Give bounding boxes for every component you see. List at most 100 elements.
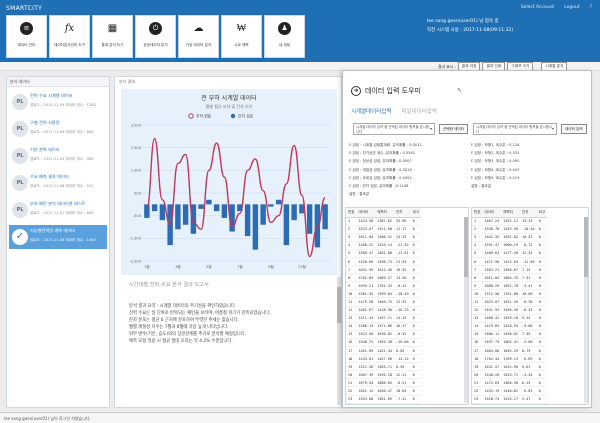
table-row[interactable]: 23 1553.68 1561.09 -7.41 0 <box>346 395 422 404</box>
table-row[interactable]: 3 1642.35 1631.82 10.53 0 <box>472 233 548 242</box>
table-row[interactable]: 20 1548.26 1553.71 -5.45 0 <box>472 370 548 380</box>
dataset-item[interactable]: PL 전력 수요 시계열 데이터 업로드 : 2017-11-04 데이터 개수… <box>9 90 107 114</box>
table-row[interactable]: 7 1631.95 1612.40 19.55 0 <box>346 265 422 275</box>
table-row[interactable]: 10 1712.56 1701.88 10.68 0 <box>472 289 548 299</box>
column-header[interactable]: 번호 <box>472 208 483 218</box>
residual-bar <box>260 204 266 225</box>
menu-weather-data[interactable]: ☁ 기상 데이터 분석 <box>178 15 219 58</box>
table-cell: 0 <box>536 338 548 348</box>
menu-public-data[interactable]: ⏻ 공공데이터 분석 <box>135 15 176 58</box>
table-row[interactable]: 10 1581.35 1599.84 -18.49 0 <box>346 289 422 299</box>
selected-data-button[interactable]: 선택한 데이터 <box>439 124 468 134</box>
table-row[interactable]: 19 1631.57 1624.90 6.67 0 <box>472 362 548 372</box>
menu-my-account[interactable]: ♟ 내 계정 <box>264 15 305 58</box>
table-row[interactable]: 14 1419.85 1428.93 -9.08 0 <box>472 322 548 331</box>
tab-file-input[interactable]: 파일데이터입력 <box>401 107 436 115</box>
table-row[interactable]: 6 1412.98 1425.64 -12.66 0 <box>472 257 548 267</box>
table-row[interactable]: 6 1520.66 1498.73 21.93 0 <box>346 257 422 267</box>
residual-bar <box>198 204 204 209</box>
table-row[interactable]: 14 1588.13 1571.86 16.27 0 <box>346 322 422 331</box>
data-input-button[interactable]: 데이터 입력 <box>561 124 587 134</box>
scrollbar-thumb[interactable] <box>464 217 468 277</box>
table-row[interactable]: 16 1597.73 1603.41 -5.68 0 <box>472 338 548 348</box>
table-row[interactable]: 17 1461.09 1452.44 8.65 0 <box>346 346 422 356</box>
logout-link[interactable]: Logout <box>564 5 579 10</box>
table-cell: 0 <box>536 257 548 267</box>
column-header[interactable]: 비고 <box>536 208 548 218</box>
residual-bar <box>322 204 328 230</box>
cursor-icon: ↖ <box>457 87 463 94</box>
column-header[interactable]: 잔차 <box>393 208 411 218</box>
table-row[interactable]: 17 1664.08 1655.29 8.79 0 <box>472 346 548 356</box>
table-cell: 8 <box>472 273 483 283</box>
table-row[interactable]: 4 1498.22 1520.14 -21.92 0 <box>346 241 422 250</box>
table-row[interactable]: 15 1623.50 1630.02 -6.52 0 <box>346 330 422 339</box>
report-scrollbar[interactable] <box>337 277 341 405</box>
table-row[interactable]: 5 1389.47 1401.08 -11.61 0 <box>346 249 422 258</box>
left-data-combo[interactable]: 시계열 데이터 입력 중 선택된 데이터 항목을 표시합니다 <box>353 123 435 135</box>
table-row[interactable]: 11 1479.28 1466.75 12.53 0 <box>346 297 422 307</box>
right-data-combo[interactable]: 시계열 데이터 입력 중 선택된 데이터 항목을 표시합니다 <box>473 123 557 135</box>
column-header[interactable]: 잔차 <box>519 208 537 218</box>
help-link[interactable]: ? <box>590 5 592 10</box>
table-row[interactable]: 12 1541.93 1550.26 -8.33 0 <box>472 306 548 315</box>
grid-scrollbar-right[interactable] <box>584 217 588 403</box>
table-row[interactable]: 2 1538.76 1549.30 -10.54 0 <box>472 225 548 234</box>
table-row[interactable]: 12 1402.67 1418.90 -16.23 0 <box>346 306 422 315</box>
avatar: PL <box>12 121 28 137</box>
column-header[interactable]: 데이터 <box>356 208 376 218</box>
tab-timeseries-input[interactable]: 시계열데이터입력 <box>351 107 391 115</box>
menu-statistics-tool[interactable]: ▦ 통계 분석 도구 <box>92 15 133 58</box>
table-row[interactable]: 22 1433.19 1440.02 -6.83 0 <box>472 386 548 396</box>
table-row[interactable]: 1 1423.58 1387.62 35.96 0 <box>346 217 422 226</box>
table-cell: 21.93 <box>393 257 411 267</box>
data-grid-left[interactable]: 번호 데이터 예측치 잔차 비고 1 1423.58 1387.62 35.96 0 2 1523.0… <box>345 207 469 405</box>
data-grid-right[interactable]: 번호 데이터 예측치 잔차 비고 1 1467.24 1452.11 15.13 0 2 1538.7… <box>471 207 589 405</box>
table-row[interactable]: 13 1511.44 1497.21 14.23 0 <box>346 314 422 323</box>
table-row[interactable]: 13 1468.42 1459.18 9.24 0 <box>472 314 548 323</box>
table-row[interactable]: 5 1489.63 1477.28 12.35 0 <box>472 249 548 258</box>
table-cell: 1655.29 <box>501 346 520 356</box>
table-row[interactable]: 19 1512.26 1503.71 8.55 0 <box>346 362 422 372</box>
dataset-item[interactable]: PL 기온 관측 데이터 업로드 : 2017-11-05 데이터 개수 : 9… <box>9 144 107 168</box>
table-row[interactable]: 3 1611.84 1588.31 23.53 0 <box>346 233 422 242</box>
table-row[interactable]: 9 1695.21 1701.33 -6.12 0 <box>346 281 422 291</box>
dataset-item[interactable]: PL 구별 전력 사용량 업로드 : 2017-11-04 데이터 개수 : 8… <box>9 117 107 141</box>
column-header[interactable]: 예측치 <box>501 208 520 218</box>
table-row[interactable]: 9 1688.29 1691.70 -3.41 0 <box>472 281 548 291</box>
table-row[interactable]: 20 1607.39 1595.18 12.21 0 <box>346 370 422 380</box>
menu-demand-forecast[interactable]: ₩ 수요 예측 <box>221 15 262 58</box>
table-row[interactable]: 1 1467.24 1452.11 15.13 0 <box>472 217 548 226</box>
scrollbar-thumb[interactable] <box>337 287 341 323</box>
table-row[interactable]: 8 1611.84 1604.33 7.51 0 <box>472 273 548 283</box>
formula-line: F-검정 : 모형2, 계수값 : 0.331 <box>471 151 520 156</box>
back-arrow-icon[interactable]: ➜ <box>351 86 361 96</box>
table-row[interactable]: 2 1523.07 1511.90 11.17 0 <box>346 225 422 234</box>
table-row[interactable]: 18 1433.81 1447.96 -14.15 0 <box>346 354 422 364</box>
table-row[interactable]: 22 1641.12 1630.47 10.65 0 <box>346 386 422 396</box>
table-row[interactable]: 21 1472.63 1466.38 6.25 0 <box>472 378 548 388</box>
chart-subtitle: 월별 평균 부하 및 잔차 추이 <box>206 103 253 109</box>
menu-analysis-tool[interactable]: fx 데이터분석관리 도구 <box>49 15 90 58</box>
grid-scrollbar-left[interactable] <box>464 217 468 403</box>
table-row[interactable]: 7 1503.21 1496.07 7.14 0 <box>472 265 548 275</box>
table-row[interactable]: 15 1506.11 1498.62 7.49 0 <box>472 330 548 339</box>
table-row[interactable]: 4 1591.47 1600.19 -8.72 0 <box>472 241 548 250</box>
table-row[interactable]: 16 1548.72 1559.38 -10.66 0 <box>346 338 422 348</box>
dataset-item[interactable]: PL 수요 예측 결과 데이터 업로드 : 2017-11-06 데이터 개수 … <box>9 171 107 195</box>
column-header[interactable]: 예측치 <box>375 208 394 218</box>
scrollbar-thumb[interactable] <box>584 217 588 277</box>
select-account-link[interactable]: Select Account <box>521 5 554 10</box>
table-row[interactable]: 8 1702.83 1689.27 13.56 0 <box>346 273 422 283</box>
column-header[interactable]: 데이터 <box>482 208 502 218</box>
table-cell: 1553.68 <box>356 395 376 404</box>
dataset-item-selected[interactable]: ✓ 지능형전력망 계측 데이터 업로드 : 2017-11-08 데이터 개수 … <box>9 225 107 249</box>
table-row[interactable]: 11 1623.07 1631.45 -8.38 0 <box>472 297 548 307</box>
dataset-item[interactable]: PL 부하 패턴 분석 데이터셋 테스트 업로드 : 2017-11-07 데이… <box>9 198 107 222</box>
column-header[interactable]: 비고 <box>410 208 422 218</box>
column-header[interactable]: 번호 <box>346 208 357 218</box>
table-row[interactable]: 18 1702.44 1709.13 -6.69 0 <box>472 354 548 364</box>
table-row[interactable]: 23 1520.74 1515.27 5.47 0 <box>472 395 548 404</box>
menu-data-management[interactable]: ≡ 데이터 관리 <box>6 15 47 58</box>
table-row[interactable]: 21 1679.54 1688.05 -8.51 0 <box>346 378 422 388</box>
